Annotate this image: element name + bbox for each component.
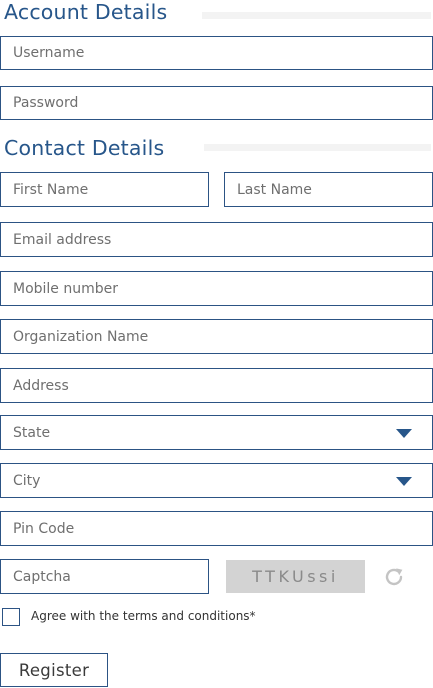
captcha-input[interactable] xyxy=(0,559,209,594)
mobile-input[interactable] xyxy=(0,271,433,306)
state-select[interactable]: State xyxy=(0,415,433,450)
refresh-icon[interactable] xyxy=(383,566,405,588)
contact-details-heading: Contact Details xyxy=(4,136,165,160)
register-button[interactable]: Register xyxy=(0,653,108,687)
first-name-input[interactable] xyxy=(0,172,209,207)
username-input[interactable] xyxy=(0,36,433,70)
terms-label: Agree with the terms and conditions* xyxy=(31,609,256,623)
section-divider xyxy=(204,144,431,151)
terms-checkbox[interactable] xyxy=(2,608,20,626)
chevron-down-icon xyxy=(396,477,412,486)
organization-input[interactable] xyxy=(0,319,433,354)
account-details-heading: Account Details xyxy=(4,0,168,24)
password-input[interactable] xyxy=(0,86,433,120)
city-select[interactable]: City xyxy=(0,463,433,498)
address-input[interactable] xyxy=(0,368,433,403)
email-input[interactable] xyxy=(0,222,433,257)
section-divider xyxy=(202,12,431,19)
chevron-down-icon xyxy=(396,429,412,438)
last-name-input[interactable] xyxy=(224,172,433,207)
city-select-value: City xyxy=(13,472,41,489)
state-select-value: State xyxy=(13,424,51,441)
captcha-image: TTKUssi xyxy=(226,560,365,593)
pin-code-input[interactable] xyxy=(0,511,433,546)
